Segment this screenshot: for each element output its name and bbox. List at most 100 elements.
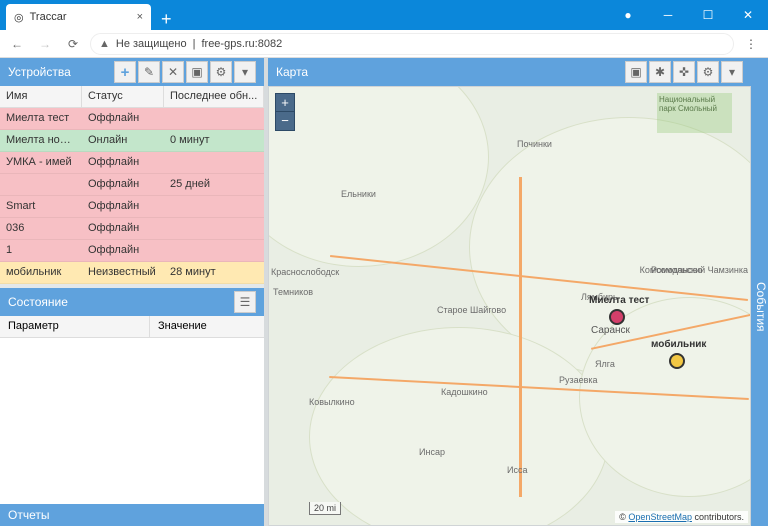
map-attribution: © OpenStreetMap contributors. [615, 511, 748, 523]
map-label: Старое Шайгово [437, 305, 506, 315]
settings-dot-icon[interactable]: ● [608, 0, 648, 30]
address-bar[interactable]: ▲ Не защищено | free-gps.ru:8082 [90, 33, 734, 55]
events-title: События [754, 282, 768, 332]
device-status: Оффлайн [82, 108, 164, 129]
device-name: Миелта нормал... [0, 130, 82, 151]
device-name: мобильник [0, 262, 82, 283]
window-minimize-button[interactable]: ─ [648, 0, 688, 30]
left-column: Устройства + ✎ ✕ ▣ ⚙ ▾ Имя Статус Послед… [0, 58, 268, 526]
map-more-button[interactable]: ▾ [721, 61, 743, 83]
map-label: Ковылкино [309, 397, 355, 407]
device-row[interactable]: Оффлайн25 дней [0, 174, 264, 196]
map-label: Краснослободск [271, 267, 339, 277]
map-label: Рузаевка [559, 375, 598, 385]
device-name: УМКА - имей [0, 152, 82, 173]
device-row[interactable]: Миелта тестОффлайн [0, 108, 264, 130]
not-secure-icon: ▲ [99, 38, 110, 50]
map-label: Инсар [419, 447, 445, 457]
device-row[interactable]: 036Оффлайн [0, 218, 264, 240]
map-canvas[interactable]: Национальный парк Смольный Починки Ельни… [268, 86, 751, 526]
map-scale: 20 mi [309, 502, 341, 515]
device-name: 1 [0, 240, 82, 261]
map-follow-button[interactable]: ✱ [649, 61, 671, 83]
state-header-row: Параметр Значение [0, 316, 264, 338]
device-add-button[interactable]: + [114, 61, 136, 83]
events-panel-collapsed[interactable]: События [751, 58, 768, 526]
map-label: Ялга [595, 359, 615, 369]
map-panel-header: Карта ▣ ✱ ✜ ⚙ ▾ [268, 58, 751, 86]
state-panel-header: Состояние ☰ [0, 288, 264, 316]
map-label: Комсомольский Чамзинка [640, 265, 748, 275]
device-last [164, 108, 264, 129]
map-tiles: Национальный парк Смольный Починки Ельни… [269, 87, 750, 525]
device-more-button[interactable]: ▾ [234, 61, 256, 83]
reports-panel-header[interactable]: Отчеты [0, 504, 264, 526]
state-col-param[interactable]: Параметр [0, 316, 150, 337]
device-last [164, 218, 264, 239]
map-geofence-button[interactable]: ▣ [625, 61, 647, 83]
device-status: Неизвестный [82, 262, 164, 283]
device-row[interactable]: SmartОффлайн [0, 196, 264, 218]
nav-forward-button[interactable]: → [34, 33, 56, 55]
tab-close-icon[interactable]: × [137, 11, 143, 23]
park-label: Национальный парк Смольный [657, 93, 732, 133]
window-close-button[interactable]: ✕ [728, 0, 768, 30]
device-command-button[interactable]: ▣ [186, 61, 208, 83]
map-column: Карта ▣ ✱ ✜ ⚙ ▾ Национальный парк Смольн… [268, 58, 751, 526]
device-row[interactable]: Миелта нормал...Онлайн0 минут [0, 130, 264, 152]
device-edit-button[interactable]: ✎ [138, 61, 160, 83]
map-label: Ельники [341, 189, 376, 199]
device-last [164, 240, 264, 261]
device-last: 28 минут [164, 262, 264, 283]
device-status: Оффлайн [82, 240, 164, 261]
browser-menu-button[interactable]: ⋮ [740, 37, 762, 51]
device-name [0, 174, 82, 195]
device-row[interactable]: УМКА - имейОффлайн [0, 152, 264, 174]
device-status: Оффлайн [82, 174, 164, 195]
map-marker-mielta[interactable] [609, 309, 625, 325]
map-label: Саранск [591, 325, 630, 336]
reports-title: Отчеты [8, 508, 49, 522]
url-separator: | [193, 38, 196, 50]
device-delete-button[interactable]: ✕ [162, 61, 184, 83]
state-menu-button[interactable]: ☰ [234, 291, 256, 313]
right-column: Карта ▣ ✱ ✜ ⚙ ▾ Национальный парк Смольн… [268, 58, 768, 526]
device-status: Оффлайн [82, 218, 164, 239]
browser-toolbar: ← → ⟳ ▲ Не защищено | free-gps.ru:8082 ⋮ [0, 30, 768, 58]
nav-back-button[interactable]: ← [6, 33, 28, 55]
device-row[interactable]: 1Оффлайн [0, 240, 264, 262]
device-last [164, 196, 264, 217]
map-label: Исса [507, 465, 527, 475]
map-label: Кадошкино [441, 387, 488, 397]
map-fit-button[interactable]: ✜ [673, 61, 695, 83]
tab-favicon: ◎ [14, 11, 24, 24]
zoom-out-button[interactable]: − [276, 112, 294, 130]
tab-title: Traccar [30, 11, 67, 23]
map-title: Карта [276, 65, 308, 79]
map-settings-button[interactable]: ⚙ [697, 61, 719, 83]
device-status: Оффлайн [82, 152, 164, 173]
device-settings-button[interactable]: ⚙ [210, 61, 232, 83]
device-name: Smart [0, 196, 82, 217]
state-panel: Состояние ☰ Параметр Значение [0, 288, 264, 504]
osm-link[interactable]: OpenStreetMap [628, 512, 692, 522]
device-row[interactable]: мобильникНеизвестный28 минут [0, 262, 264, 284]
browser-tab[interactable]: ◎ Traccar × [6, 4, 151, 30]
url-text: free-gps.ru:8082 [201, 38, 282, 50]
zoom-control: + − [275, 93, 295, 131]
state-body [0, 338, 264, 504]
not-secure-label: Не защищено [116, 38, 187, 50]
col-last[interactable]: Последнее обн... [164, 86, 264, 107]
map-marker-mobilnik[interactable] [669, 353, 685, 369]
nav-reload-button[interactable]: ⟳ [62, 33, 84, 55]
col-name[interactable]: Имя [0, 86, 82, 107]
state-col-value[interactable]: Значение [150, 316, 264, 337]
app-root: Устройства + ✎ ✕ ▣ ⚙ ▾ Имя Статус Послед… [0, 58, 768, 526]
col-status[interactable]: Статус [82, 86, 164, 107]
device-status: Оффлайн [82, 196, 164, 217]
new-tab-button[interactable]: + [151, 9, 182, 30]
device-last [164, 152, 264, 173]
window-maximize-button[interactable]: ☐ [688, 0, 728, 30]
device-status: Онлайн [82, 130, 164, 151]
zoom-in-button[interactable]: + [276, 94, 294, 112]
